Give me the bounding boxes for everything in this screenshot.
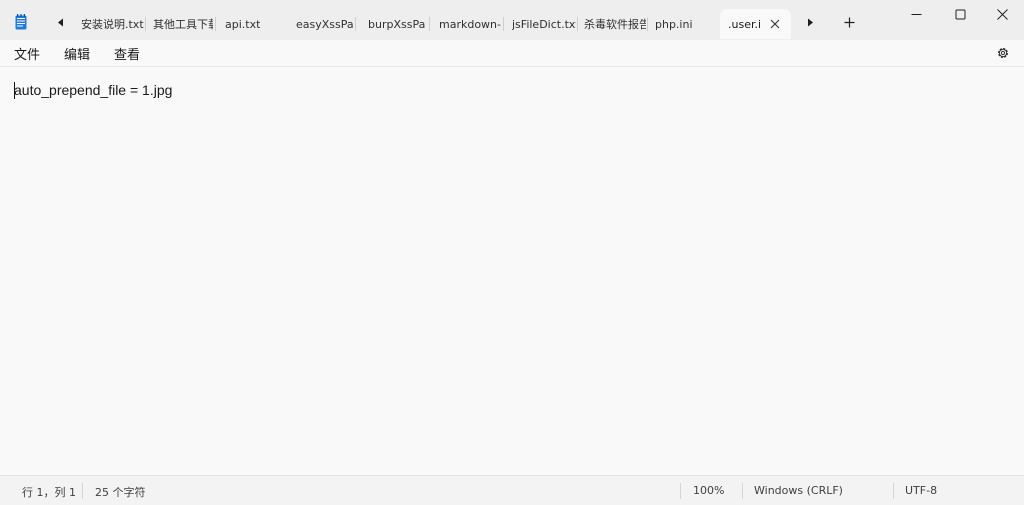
close-window-button[interactable] [980, 0, 1024, 28]
scroll-tabs-left-button[interactable] [51, 12, 69, 32]
tab-item[interactable]: php.ini [648, 9, 718, 39]
status-bar: 行 1，列 1 25 个字符 100% Windows (CRLF) UTF-8 [0, 475, 1024, 505]
text-editor[interactable]: auto_prepend_file = 1.jpg [0, 66, 1024, 475]
minimize-icon [911, 13, 921, 15]
tab-item-active[interactable]: .user.i [720, 9, 791, 39]
tab-label: 安装说明.txt [81, 18, 144, 31]
status-divider [893, 483, 894, 499]
status-divider [82, 483, 83, 499]
line-ending[interactable]: Windows (CRLF) [754, 484, 843, 497]
character-count: 25 个字符 [95, 486, 146, 499]
plus-icon [844, 17, 854, 27]
menu-bar: 文件 编辑 查看 [0, 40, 1024, 66]
tab-label: burpXssPaylo [368, 17, 426, 31]
tab-item[interactable]: markdown-x [430, 9, 504, 39]
tab-label: php.ini [655, 17, 693, 31]
tab-label: markdown-x [439, 17, 501, 31]
menu-edit[interactable]: 编辑 [64, 43, 90, 63]
tab-item[interactable]: 杀毒软件报告 [578, 9, 648, 39]
gear-icon [997, 47, 1009, 59]
minimize-button[interactable] [894, 0, 938, 28]
caret-left-icon [57, 18, 63, 26]
scroll-tabs-right-button[interactable] [801, 12, 819, 32]
tab-item[interactable]: easyXssPaylo [286, 9, 356, 39]
notepad-window: 安装说明.txt 其他工具下载 api.txt easyXssPaylo bur… [0, 0, 1024, 505]
notepad-icon [15, 14, 27, 30]
tab-label: easyXssPaylo [296, 17, 354, 31]
tab-label: .user.i [728, 17, 760, 31]
status-divider [742, 483, 743, 499]
tab-label: 其他工具下载 [153, 18, 213, 31]
tab-label: jsFileDict.txt [512, 17, 576, 31]
text-caret [14, 82, 15, 99]
editor-content[interactable]: auto_prepend_file = 1.jpg [14, 82, 172, 98]
tab-item[interactable]: jsFileDict.txt [504, 9, 578, 39]
close-icon [996, 8, 1008, 20]
title-bar: 安装说明.txt 其他工具下载 api.txt easyXssPaylo bur… [0, 0, 1024, 42]
status-divider [680, 483, 681, 499]
maximize-icon [955, 9, 965, 19]
caret-right-icon [807, 18, 813, 26]
zoom-level[interactable]: 100% [693, 484, 724, 497]
close-icon [770, 19, 780, 29]
maximize-button[interactable] [938, 0, 982, 28]
tab-label: 杀毒软件报告 [584, 18, 646, 31]
tab-item[interactable]: burpXssPaylo [356, 9, 430, 39]
tab-item[interactable]: 安装说明.txt [70, 9, 146, 39]
encoding[interactable]: UTF-8 [905, 484, 937, 497]
tab-item[interactable]: 其他工具下载 [146, 9, 216, 39]
tab-label: api.txt [225, 17, 261, 31]
menu-view[interactable]: 查看 [114, 43, 140, 63]
close-tab-button[interactable] [767, 16, 783, 32]
menu-file[interactable]: 文件 [14, 43, 40, 63]
tab-item[interactable]: api.txt [216, 9, 286, 39]
cursor-position: 行 1，列 1 [22, 486, 76, 499]
settings-button[interactable] [994, 44, 1012, 62]
new-tab-button[interactable] [840, 12, 858, 32]
